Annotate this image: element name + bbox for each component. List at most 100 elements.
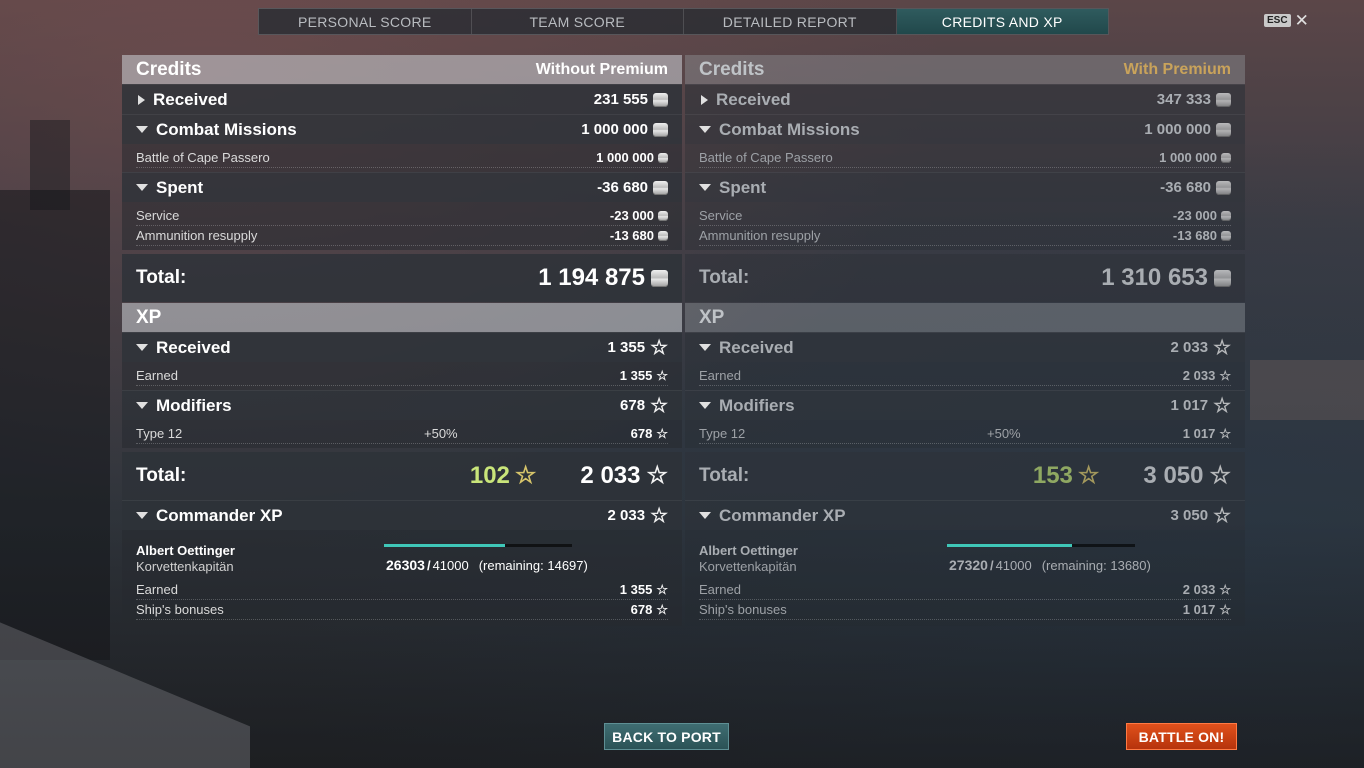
tab-personal-score[interactable]: PERSONAL SCORE xyxy=(259,9,472,34)
xp-separator: / xyxy=(989,558,994,573)
ship-bonuses-value: 678 xyxy=(630,602,653,617)
background-ship-structure xyxy=(0,190,110,660)
earned-label: Earned xyxy=(136,368,178,383)
mission-label: Battle of Cape Passero xyxy=(699,150,833,165)
xp-star-icon: ☆ xyxy=(1219,426,1231,441)
list-item: Type 12 +50% 1 017 ☆ xyxy=(699,424,1231,444)
combat-missions-label: Combat Missions xyxy=(719,119,860,139)
tab-detailed-report[interactable]: DETAILED REPORT xyxy=(684,9,897,34)
commander-rank: Korvettenkapitän xyxy=(699,559,797,574)
xp-received-row[interactable]: Received 2 033 ☆ xyxy=(685,332,1245,362)
ammo-label: Ammunition resupply xyxy=(699,228,821,243)
expand-triangle-icon xyxy=(138,94,145,105)
xp-received-row[interactable]: Received 1 355 ☆ xyxy=(122,332,682,362)
background-light xyxy=(1250,360,1364,420)
xp-star-icon: ☆ xyxy=(1213,336,1231,359)
commander-details: Albert Oettinger Korvettenkapitän 26303/… xyxy=(122,530,682,626)
commander-xp-label: Commander XP xyxy=(719,505,846,525)
xp-bonus-value: 102 xyxy=(469,462,510,489)
combat-missions-row[interactable]: Combat Missions 1 000 000 xyxy=(685,114,1245,144)
esc-key-badge: ESC xyxy=(1264,14,1291,27)
mission-label: Battle of Cape Passero xyxy=(136,150,270,165)
close-icon: ✕ xyxy=(1294,11,1309,30)
xp-star-icon: ☆ xyxy=(656,582,668,597)
commander-xp-value: 3 050 xyxy=(1170,507,1209,524)
panel-without-premium: Credits Without Premium Received 231 555… xyxy=(122,55,682,626)
list-item: Battle of Cape Passero 1 000 000 xyxy=(699,148,1231,168)
xp-title: XP xyxy=(136,306,162,328)
credit-coin-icon xyxy=(1216,92,1231,107)
modifiers-label: Modifiers xyxy=(719,395,795,415)
commander-name: Albert Oettinger xyxy=(136,543,235,558)
ammo-label: Ammunition resupply xyxy=(136,228,258,243)
combat-missions-value: 1 000 000 xyxy=(581,121,648,138)
xp-star-icon: ☆ xyxy=(650,336,668,359)
xp-total-label: Total: xyxy=(699,465,750,486)
commander-xp-row[interactable]: Commander XP 2 033 ☆ xyxy=(122,500,682,530)
panel-with-premium: Credits With Premium Received 347 333 Co… xyxy=(685,55,1245,626)
spent-value: -36 680 xyxy=(597,179,648,196)
xp-star-icon: ☆ xyxy=(1077,462,1100,489)
xp-total-label: Total: xyxy=(136,465,187,486)
commander-current-xp: 26303 xyxy=(386,557,425,573)
xp-total-value: 2 033 xyxy=(580,462,641,489)
service-value: -23 000 xyxy=(609,208,654,223)
credit-coin-icon xyxy=(1221,152,1231,163)
xp-star-icon: ☆ xyxy=(656,368,668,383)
spent-row[interactable]: Spent -36 680 xyxy=(122,172,682,202)
modifiers-value: 1 017 xyxy=(1170,397,1209,414)
credits-received-row[interactable]: Received 231 555 xyxy=(122,84,682,114)
commander-remaining-xp: (remaining: 14697) xyxy=(478,558,588,573)
commander-progress-bar xyxy=(947,544,1135,547)
credits-header: Credits Without Premium xyxy=(122,55,682,84)
xp-header: XP xyxy=(685,303,1245,332)
credits-total-label: Total: xyxy=(136,267,187,288)
credit-coin-icon xyxy=(653,180,668,195)
close-button[interactable]: ESC ✕ xyxy=(1264,12,1309,29)
credit-coin-icon xyxy=(658,230,668,241)
commander-progress-fill xyxy=(947,544,1073,547)
credits-total-row: Total: 1 310 653 xyxy=(685,254,1245,302)
xp-total-row: Total: 153 ☆ 3 050 ☆ xyxy=(685,452,1245,500)
commander-max-xp: 41000 xyxy=(995,558,1032,573)
collapse-triangle-icon xyxy=(136,402,148,409)
modifiers-row[interactable]: Modifiers 1 017 ☆ xyxy=(685,390,1245,420)
credit-coin-icon xyxy=(1216,180,1231,195)
spent-row[interactable]: Spent -36 680 xyxy=(685,172,1245,202)
mission-value: 1 000 000 xyxy=(1159,150,1217,165)
xp-star-icon: ☆ xyxy=(650,504,668,527)
expand-triangle-icon xyxy=(701,94,708,105)
commander-progress-fill xyxy=(384,544,505,547)
list-item: Type 12 +50% 678 ☆ xyxy=(136,424,668,444)
credit-coin-icon xyxy=(658,210,668,221)
back-to-port-button[interactable]: BACK TO PORT xyxy=(604,723,729,750)
xp-star-icon: ☆ xyxy=(650,394,668,417)
credits-received-row[interactable]: Received 347 333 xyxy=(685,84,1245,114)
credits-received-value: 231 555 xyxy=(593,91,648,108)
list-item: Service -23 000 xyxy=(136,206,668,226)
background-mast-top xyxy=(30,120,70,210)
credit-coin-icon xyxy=(1221,230,1231,241)
tab-team-score[interactable]: TEAM SCORE xyxy=(472,9,684,34)
credit-coin-icon xyxy=(653,92,668,107)
modifiers-row[interactable]: Modifiers 678 ☆ xyxy=(122,390,682,420)
xp-star-icon: ☆ xyxy=(656,602,668,617)
collapse-triangle-icon xyxy=(136,184,148,191)
credits-total-value: 1 194 875 xyxy=(538,264,645,291)
commander-xp-label: Commander XP xyxy=(156,505,283,525)
commander-progress-bar xyxy=(384,544,572,547)
collapse-triangle-icon xyxy=(136,126,148,133)
tab-credits-and-xp[interactable]: CREDITS AND XP xyxy=(896,9,1108,34)
credit-coin-icon xyxy=(1221,210,1231,221)
list-item: Ammunition resupply -13 680 xyxy=(136,226,668,246)
list-item: Earned 1 355 ☆ xyxy=(136,580,668,600)
commander-xp-row[interactable]: Commander XP 3 050 ☆ xyxy=(685,500,1245,530)
xp-bonus-value: 153 xyxy=(1032,462,1073,489)
combat-missions-row[interactable]: Combat Missions 1 000 000 xyxy=(122,114,682,144)
xp-received-list: Earned 2 033 ☆ xyxy=(685,362,1245,390)
credits-total-label: Total: xyxy=(699,267,750,288)
collapse-triangle-icon xyxy=(699,184,711,191)
modifier-value: 678 xyxy=(630,426,653,441)
collapse-triangle-icon xyxy=(699,512,711,519)
battle-on-button[interactable]: BATTLE ON! xyxy=(1126,723,1237,750)
